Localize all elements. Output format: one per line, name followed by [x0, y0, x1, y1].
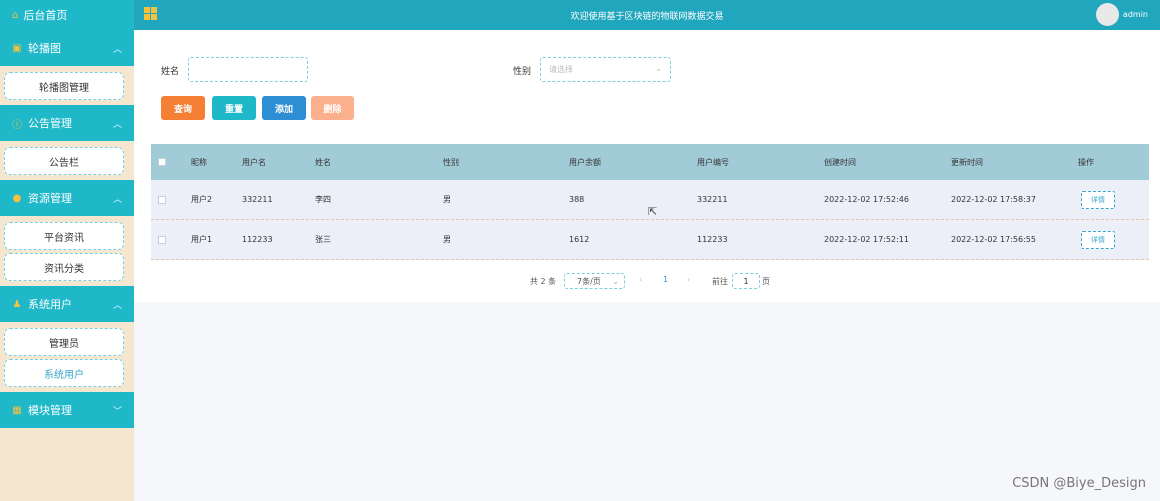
- name-input[interactable]: [188, 57, 308, 82]
- reset-button[interactable]: 重置: [212, 96, 256, 120]
- sidebar-home[interactable]: ⌂ 后台首页: [0, 0, 134, 30]
- info-icon: ⓘ: [12, 119, 22, 131]
- gender-select[interactable]: 请选择 ⌄: [540, 57, 671, 82]
- main-panel: 姓名 性别 请选择 ⌄ 查询 重置 添加 删除 昵称 用户名 姓名 性别 用户余…: [134, 30, 1160, 302]
- cell-username: 332211: [242, 195, 273, 204]
- watermark: CSDN @Biye_Design: [1012, 476, 1146, 491]
- header-title: 欢迎使用基于区块链的物联网数据交易: [570, 11, 724, 22]
- page-size-value: 7条/页: [577, 276, 601, 286]
- location-icon: ●: [12, 192, 22, 204]
- column-header: 用户名: [242, 157, 266, 167]
- cell-balance: 388: [569, 195, 585, 204]
- goto-label: 前往: [712, 277, 728, 286]
- cell-username: 112233: [242, 235, 273, 244]
- chevron-down-icon: ﹀: [112, 406, 122, 417]
- page-unit-label: 页: [762, 277, 770, 286]
- cell-name: 李四: [315, 195, 331, 204]
- delete-button[interactable]: 删除: [311, 96, 354, 120]
- header-username[interactable]: admin: [1123, 10, 1148, 19]
- chevron-up-icon: ︿: [112, 300, 122, 311]
- cell-user-no: 112233: [697, 235, 728, 244]
- column-header: 昵称: [191, 157, 207, 167]
- gender-label: 性别: [513, 67, 532, 77]
- sidebar-group-notice[interactable]: ⓘ 公告管理 ︿: [0, 105, 134, 141]
- name-label: 姓名: [161, 67, 180, 77]
- column-header[interactable]: 创建时间: [824, 157, 856, 168]
- sidebar-item-system-user[interactable]: 系统用户: [4, 359, 124, 387]
- table-header: 昵称 用户名 姓名 性别 用户余额 用户编号 创建时间 更新时间 操作: [151, 144, 1149, 180]
- goto-page-input[interactable]: 1: [732, 273, 760, 289]
- sidebar-item-notice-board[interactable]: 公告栏: [4, 147, 124, 175]
- next-page-icon[interactable]: ›: [687, 275, 690, 284]
- sidebar-group-label: 资源管理: [28, 192, 72, 205]
- cell-balance: 1612: [569, 235, 590, 244]
- mouse-cursor-icon: ⇱: [648, 205, 658, 218]
- table-row: 用户1 112233 张三 男 1612 112233 2022-12-02 1…: [151, 220, 1149, 260]
- grid-icon: ▦: [12, 404, 22, 416]
- sidebar-group-resources[interactable]: ● 资源管理 ︿: [0, 180, 134, 216]
- detail-button[interactable]: 详情: [1081, 230, 1115, 249]
- cell-updated: 2022-12-02 17:58:37: [951, 195, 1036, 204]
- cell-gender: 男: [443, 195, 451, 204]
- gender-select-placeholder: 请选择: [549, 65, 573, 74]
- home-icon: ⌂: [12, 9, 19, 21]
- sidebar-item-platform-news[interactable]: 平台资讯: [4, 222, 124, 250]
- user-icon: ♟: [12, 298, 22, 310]
- chevron-up-icon: ︿: [112, 119, 122, 130]
- sidebar-item-carousel-manage[interactable]: 轮播图管理: [4, 72, 124, 100]
- sidebar-group-carousel[interactable]: ▣ 轮播图 ︿: [0, 30, 134, 66]
- sidebar: ⌂ 后台首页 ▣ 轮播图 ︿ 轮播图管理 ⓘ 公告管理 ︿ 公告栏 ● 资源管理…: [0, 0, 134, 501]
- chevron-down-icon: ⌄: [612, 277, 619, 286]
- detail-button[interactable]: 详情: [1081, 190, 1115, 209]
- sidebar-group-label: 轮播图: [28, 42, 61, 55]
- cell-updated: 2022-12-02 17:56:55: [951, 235, 1036, 244]
- sidebar-group-modules[interactable]: ▦ 模块管理 ﹀: [0, 392, 134, 428]
- user-table: 昵称 用户名 姓名 性别 用户余额 用户编号 创建时间 更新时间 操作 用户2 …: [151, 144, 1149, 260]
- avatar[interactable]: [1096, 3, 1119, 26]
- page-size-select[interactable]: 7条/页 ⌄: [564, 273, 625, 289]
- row-checkbox[interactable]: [158, 235, 166, 244]
- cell-nickname: 用户2: [191, 195, 213, 204]
- column-header: 姓名: [315, 157, 331, 167]
- cell-user-no: 332211: [697, 195, 728, 204]
- cell-created: 2022-12-02 17:52:11: [824, 235, 909, 244]
- row-checkbox[interactable]: [158, 195, 166, 204]
- sidebar-group-system-users[interactable]: ♟ 系统用户 ︿: [0, 286, 134, 322]
- sidebar-home-label: 后台首页: [23, 9, 68, 22]
- sidebar-item-news-category[interactable]: 资讯分类: [4, 253, 124, 281]
- sidebar-group-label: 系统用户: [28, 298, 72, 311]
- cell-gender: 男: [443, 235, 451, 244]
- chevron-up-icon: ︿: [112, 44, 122, 55]
- prev-page-icon[interactable]: ‹: [639, 275, 642, 284]
- select-all-checkbox[interactable]: [158, 158, 166, 166]
- chevron-up-icon: ︿: [112, 194, 122, 205]
- chevron-down-icon: ⌄: [655, 64, 662, 73]
- sidebar-item-admin[interactable]: 管理员: [4, 328, 124, 356]
- column-header[interactable]: 更新时间: [951, 157, 983, 168]
- sidebar-group-label: 公告管理: [28, 117, 72, 130]
- add-button[interactable]: 添加: [262, 96, 306, 120]
- column-header: 操作: [1078, 157, 1094, 167]
- column-header: 用户余额: [569, 157, 601, 167]
- cell-created: 2022-12-02 17:52:46: [824, 195, 909, 204]
- column-header: 性别: [443, 157, 459, 167]
- sidebar-group-label: 模块管理: [28, 404, 72, 417]
- cell-nickname: 用户1: [191, 235, 213, 244]
- image-icon: ▣: [12, 42, 22, 54]
- page-number[interactable]: 1: [663, 275, 668, 284]
- cell-name: 张三: [315, 235, 331, 244]
- column-header: 用户编号: [697, 157, 729, 167]
- query-button[interactable]: 查询: [161, 96, 205, 120]
- top-header: 欢迎使用基于区块链的物联网数据交易 admin: [134, 0, 1160, 30]
- pagination-total: 共 2 条: [530, 277, 557, 286]
